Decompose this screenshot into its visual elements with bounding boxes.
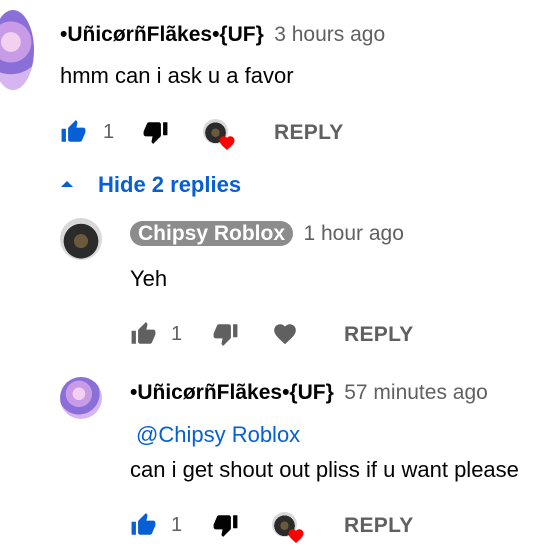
reply-text: can i get shout out pliss if u want plea… bbox=[130, 457, 519, 482]
dislike-icon[interactable] bbox=[212, 512, 239, 538]
comment-header: •UñicørñFlãkes•{UF} 3 hours ago bbox=[60, 23, 385, 47]
heart-icon bbox=[218, 134, 235, 151]
heart-icon[interactable] bbox=[272, 321, 298, 347]
dislike-icon[interactable] bbox=[212, 321, 239, 347]
comment-text: hmm can i ask u a favor bbox=[60, 63, 294, 88]
timestamp[interactable]: 57 minutes ago bbox=[344, 381, 488, 404]
reply-header: •UñicørñFlãkes•{UF} 57 minutes ago bbox=[130, 381, 488, 405]
heart-icon bbox=[287, 527, 304, 544]
reply-button[interactable]: REPLY bbox=[344, 514, 414, 538]
avatar[interactable] bbox=[0, 10, 34, 90]
author-name[interactable]: •UñicørñFlãkes•{UF} bbox=[130, 381, 334, 404]
like-icon[interactable] bbox=[130, 321, 157, 347]
reply-text: Yeh bbox=[130, 266, 168, 291]
like-count: 1 bbox=[171, 514, 183, 536]
timestamp[interactable]: 3 hours ago bbox=[274, 23, 385, 46]
like-icon[interactable] bbox=[130, 512, 157, 538]
mention-link[interactable]: @Chipsy Roblox bbox=[136, 422, 300, 448]
dislike-icon[interactable] bbox=[142, 119, 169, 145]
reply-button[interactable]: REPLY bbox=[344, 323, 414, 347]
timestamp[interactable]: 1 hour ago bbox=[303, 222, 403, 245]
chevron-up-icon[interactable] bbox=[59, 176, 75, 192]
like-count: 1 bbox=[103, 121, 115, 143]
like-icon[interactable] bbox=[60, 119, 87, 145]
author-name[interactable]: •UñicørñFlãkes•{UF} bbox=[60, 23, 264, 46]
like-count: 1 bbox=[171, 323, 183, 345]
avatar[interactable] bbox=[60, 377, 102, 419]
hide-replies-button[interactable]: Hide 2 replies bbox=[98, 172, 241, 198]
reply-header: Chipsy Roblox 1 hour ago bbox=[130, 221, 404, 246]
creator-heart-avatar bbox=[272, 512, 304, 544]
reply-button[interactable]: REPLY bbox=[274, 121, 344, 145]
author-name[interactable]: Chipsy Roblox bbox=[130, 221, 294, 246]
avatar[interactable] bbox=[60, 218, 102, 260]
creator-heart-avatar bbox=[203, 119, 235, 151]
